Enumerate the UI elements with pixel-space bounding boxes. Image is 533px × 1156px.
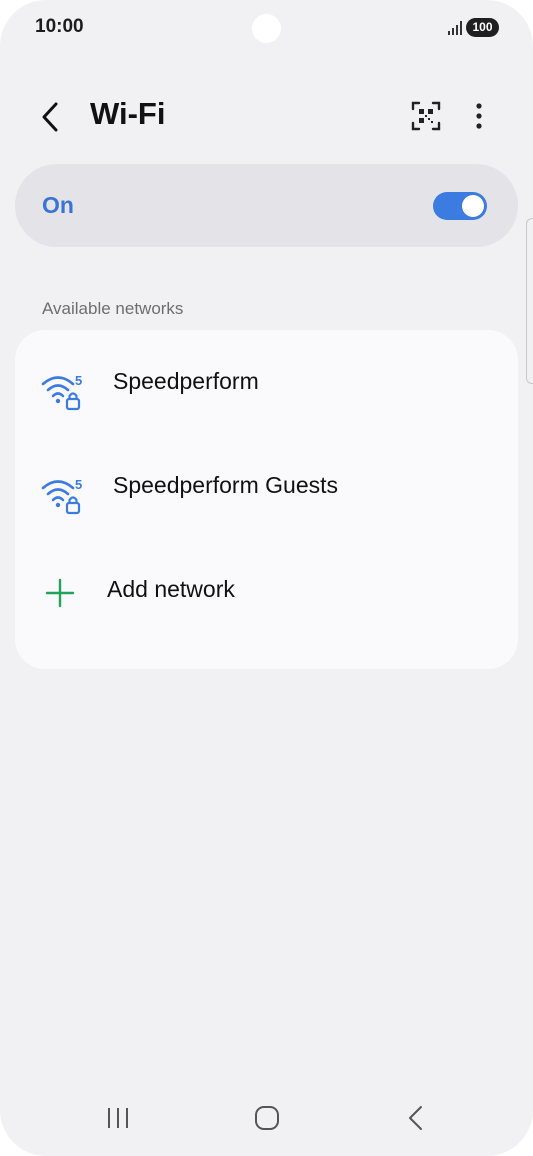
wifi-5ghz-locked-icon: 5 bbox=[41, 477, 82, 515]
back-arrow-icon[interactable] bbox=[36, 98, 66, 136]
svg-text:5: 5 bbox=[75, 477, 82, 492]
wifi-switch[interactable] bbox=[433, 192, 487, 220]
network-item-speedperform-guests[interactable]: 5 Speedperform Guests bbox=[15, 442, 518, 532]
network-item-speedperform[interactable]: 5 Speedperform bbox=[15, 338, 518, 428]
wifi-toggle-row[interactable]: On bbox=[15, 164, 518, 247]
recents-icon[interactable] bbox=[106, 1100, 130, 1136]
more-options-icon[interactable] bbox=[466, 100, 492, 132]
add-network-label: Add network bbox=[107, 576, 235, 602]
plus-icon bbox=[45, 578, 75, 608]
camera-cutout bbox=[252, 14, 281, 43]
qr-code-icon[interactable] bbox=[410, 100, 442, 132]
wifi-5ghz-locked-icon: 5 bbox=[41, 373, 82, 411]
page-title: Wi-Fi bbox=[90, 96, 166, 131]
status-time: 10:00 bbox=[35, 16, 84, 37]
wifi-toggle-label: On bbox=[42, 192, 74, 218]
signal-icon bbox=[448, 21, 462, 35]
networks-list: 5 Speedperform 5 Speedperform Guests Add… bbox=[15, 330, 518, 669]
section-header-available-networks: Available networks bbox=[42, 299, 184, 318]
svg-text:5: 5 bbox=[75, 373, 82, 388]
back-icon[interactable] bbox=[405, 1100, 427, 1136]
home-icon[interactable] bbox=[253, 1100, 281, 1136]
switch-knob bbox=[462, 195, 484, 217]
battery-indicator: 100 bbox=[466, 18, 499, 37]
network-name: Speedperform bbox=[113, 368, 259, 394]
scroll-indicator[interactable] bbox=[526, 218, 533, 384]
network-name: Speedperform Guests bbox=[113, 472, 339, 498]
screen: 10:00 100 Wi-Fi On Available networks 5 … bbox=[0, 0, 533, 1156]
